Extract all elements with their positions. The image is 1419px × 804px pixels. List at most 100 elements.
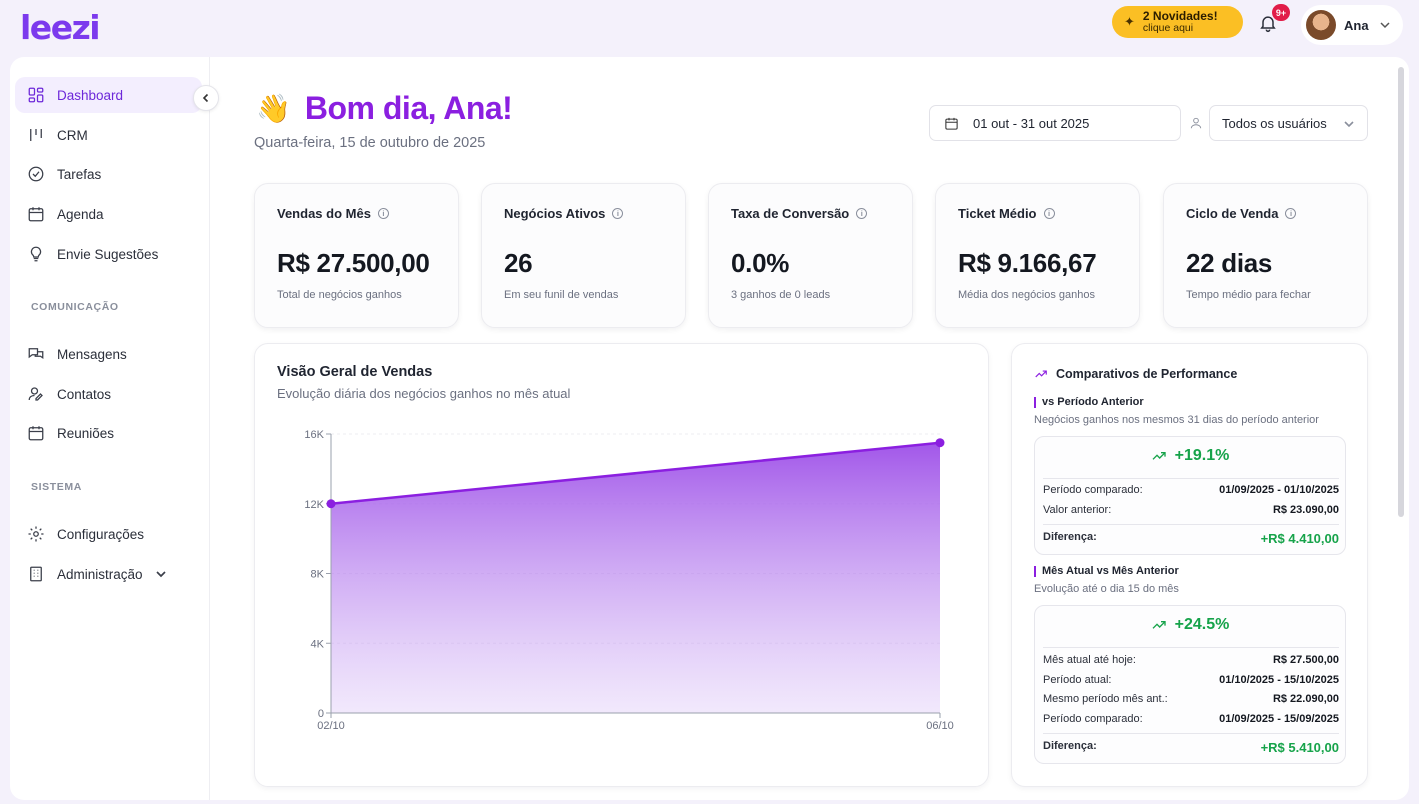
kpi-card-vendas: Vendas do Mês i R$ 27.500,00 Total de neg…	[254, 183, 459, 328]
trending-up-icon	[1035, 370, 1047, 378]
divider	[1043, 478, 1339, 479]
sparkle-icon: ✦	[1124, 14, 1135, 29]
sidebar-item-configuracoes[interactable]: Configurações	[15, 516, 202, 552]
sidebar-item-crm[interactable]: CRM	[15, 117, 202, 153]
sidebar-item-agenda[interactable]: Agenda	[15, 196, 202, 232]
kpi-value: R$ 27.500,00	[277, 248, 430, 278]
sidebar-item-dashboard[interactable]: Dashboard	[15, 77, 202, 113]
info-icon[interactable]: i	[1043, 208, 1055, 219]
percent-change: +24.5%	[1035, 616, 1345, 634]
info-icon[interactable]: i	[612, 208, 624, 219]
info-icon[interactable]: i	[377, 208, 389, 219]
kpi-subtitle: Média dos negócios ganhos	[958, 289, 1095, 301]
kpi-subtitle: Em seu funil de vendas	[504, 289, 619, 301]
collapse-sidebar-button[interactable]	[193, 85, 219, 111]
user-name: Ana	[1344, 17, 1369, 33]
kpi-value: 0.0%	[731, 248, 790, 278]
comparison-heading: vs Período Anterior	[1034, 397, 1144, 408]
sidebar-item-mensagens[interactable]: Mensagens	[15, 336, 202, 372]
date-range-value: 01 out - 31 out 2025	[973, 115, 1090, 131]
kpi-title: Ciclo de Venda	[1186, 206, 1279, 221]
news-button[interactable]: ✦ 2 Novidades! clique aqui	[1112, 6, 1243, 38]
check-circle-icon	[28, 166, 44, 182]
greeting: 👋 Bom dia, Ana!	[256, 90, 513, 127]
kpi-value: 22 dias	[1186, 248, 1273, 278]
current-date: Quarta-feira, 15 de outubro de 2025	[254, 135, 486, 151]
kpi-title: Negócios Ativos	[504, 206, 606, 221]
comparison-box-month: +24.5% Mês atual até hoje: R$ 27.500,00 P…	[1034, 605, 1346, 764]
contact-icon	[28, 387, 43, 401]
sidebar-item-label: Reuniões	[57, 425, 115, 441]
building-icon	[30, 566, 42, 582]
sidebar: Dashboard CRM Tarefas Agenda Envie Suges…	[10, 57, 210, 800]
kpi-title: Ticket Médio	[958, 206, 1037, 221]
sidebar-item-label: Mensagens	[57, 346, 127, 362]
data-point	[326, 499, 336, 509]
y-tick-label: 8K	[311, 569, 325, 581]
chevron-down-icon	[1380, 22, 1390, 29]
kpi-title: Vendas do Mês	[277, 206, 371, 221]
kpi-subtitle: Tempo médio para fechar	[1186, 289, 1311, 301]
gear-icon	[28, 526, 44, 542]
sidebar-item-reunioes[interactable]: Reuniões	[15, 415, 202, 451]
x-tick-label: 02/10	[317, 720, 345, 732]
news-title: 2 Novidades!	[1142, 9, 1218, 23]
divider	[1043, 524, 1339, 525]
messages-icon	[28, 348, 44, 359]
kpi-title: Taxa de Conversão	[731, 206, 850, 221]
divider	[1043, 733, 1339, 734]
date-range-picker[interactable]: 01 out - 31 out 2025	[929, 105, 1181, 141]
comparison-description: Negócios ganhos nos mesmos 31 dias do pe…	[1034, 414, 1319, 426]
sidebar-item-administracao[interactable]: Administração	[15, 556, 202, 592]
sales-overview-card: Visão Geral de Vendas Evolução diária do…	[254, 343, 989, 787]
kpi-card-negocios: Negócios Ativos i 26 Em seu funil de vend…	[481, 183, 686, 328]
sidebar-item-tarefas[interactable]: Tarefas	[15, 156, 202, 192]
chevron-down-icon	[1344, 121, 1354, 128]
kanban-icon	[30, 129, 42, 141]
difference-row: Diferença: +R$ 5.410,00	[1043, 740, 1339, 755]
sidebar-item-label: Contatos	[57, 386, 112, 402]
kpi-card-ciclo: Ciclo de Venda i 22 dias Tempo médio para…	[1163, 183, 1368, 328]
grid-icon	[28, 87, 44, 103]
sidebar-item-label: Agenda	[57, 206, 104, 222]
section-heading-sistema: SISTEMA	[31, 481, 82, 493]
sidebar-item-contatos[interactable]: Contatos	[15, 376, 202, 412]
trending-up-icon	[1152, 452, 1166, 460]
waving-hand-icon: 👋	[256, 93, 291, 124]
chevron-down-icon	[155, 571, 166, 578]
difference-row: Diferença: +R$ 4.410,00	[1043, 531, 1339, 546]
sidebar-item-sugestoes[interactable]: Envie Sugestões	[15, 236, 202, 272]
calendar-icon	[28, 426, 44, 441]
kpi-value: 26	[504, 248, 533, 278]
calendar-icon	[945, 117, 958, 130]
notification-badge: 9+	[1272, 4, 1290, 21]
performance-title: Comparativos de Performance	[1034, 367, 1237, 381]
user-icon	[1190, 117, 1202, 129]
kpi-subtitle: Total de negócios ganhos	[277, 289, 402, 301]
sidebar-item-label: Tarefas	[57, 166, 102, 182]
kpi-subtitle: 3 ganhos de 0 leads	[731, 289, 831, 301]
user-menu[interactable]: Ana	[1301, 5, 1403, 45]
comparison-row: Período atual: 01/10/2025 - 15/10/2025	[1043, 674, 1339, 686]
scrollbar[interactable]	[1398, 67, 1404, 517]
lightbulb-icon	[30, 246, 42, 262]
top-bar: leezi ✦ 2 Novidades! clique aqui 9+ Ana	[0, 0, 1419, 56]
sidebar-item-label: Configurações	[57, 526, 145, 542]
sales-area-chart: 0 4K 8K 12K 16K 02/10 06/10	[304, 429, 954, 732]
y-tick-label: 0	[318, 708, 324, 720]
sidebar-item-label: Dashboard	[57, 87, 124, 103]
y-tick-label: 12K	[304, 499, 324, 511]
avatar	[1306, 10, 1336, 40]
comparison-description: Evolução até o dia 15 do mês	[1034, 583, 1179, 595]
main-shell: Dashboard CRM Tarefas Agenda Envie Suges…	[10, 57, 1409, 800]
user-filter-select[interactable]: Todos os usuários	[1209, 105, 1368, 141]
sidebar-item-label: Administração	[57, 566, 143, 582]
info-icon[interactable]: i	[1285, 208, 1297, 219]
comparison-row: Período comparado: 01/09/2025 - 01/10/202…	[1043, 484, 1339, 496]
comparison-row: Valor anterior: R$ 23.090,00	[1043, 504, 1339, 516]
leezi-logo[interactable]: leezi	[20, 8, 101, 47]
sidebar-item-label: Envie Sugestões	[57, 246, 159, 262]
info-icon[interactable]: i	[856, 208, 868, 219]
x-tick-label: 06/10	[926, 720, 954, 732]
comparison-box-previous-period: +19.1% Período comparado: 01/09/2025 - 01…	[1034, 436, 1346, 555]
